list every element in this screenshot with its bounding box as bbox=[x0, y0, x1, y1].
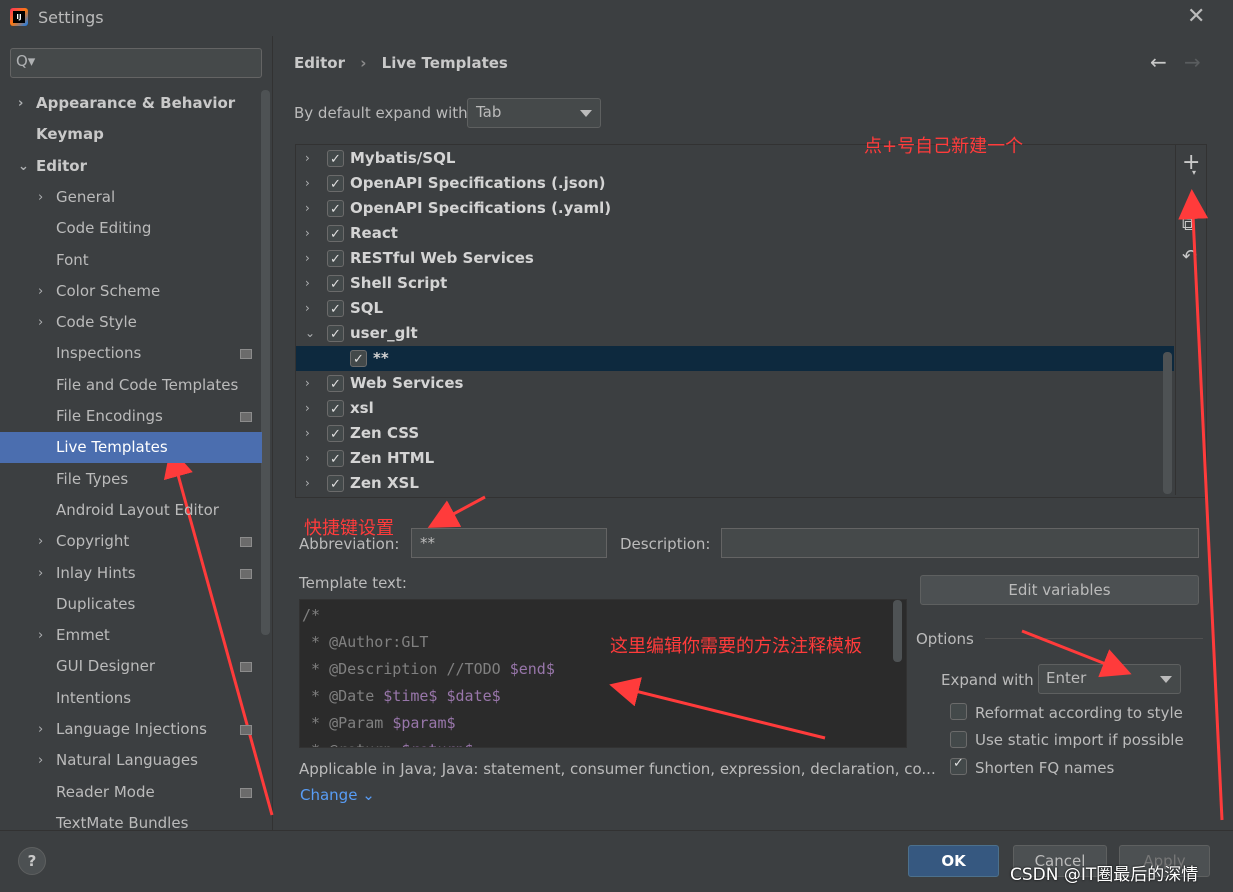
sidebar-item-label: Font bbox=[56, 250, 89, 269]
sidebar-item-file-types[interactable]: File Types bbox=[0, 464, 262, 495]
chevron-right-icon[interactable]: › bbox=[38, 745, 43, 776]
sidebar-item-inspections[interactable]: Inspections bbox=[0, 338, 262, 369]
sidebar-item-label: Inspections bbox=[56, 344, 142, 363]
sidebar-item-label: Color Scheme bbox=[56, 281, 161, 300]
sidebar-item-keymap[interactable]: Keymap bbox=[0, 119, 262, 150]
sidebar-item-natural-languages[interactable]: › Natural Languages bbox=[0, 745, 262, 776]
sidebar-item-code-editing[interactable]: Code Editing bbox=[0, 213, 262, 244]
sidebar-item-label: Natural Languages bbox=[56, 751, 198, 770]
chevron-right-icon[interactable]: › bbox=[38, 182, 43, 213]
sidebar-item-language-injections[interactable]: › Language Injections bbox=[0, 714, 262, 745]
sidebar-item-label: Reader Mode bbox=[56, 782, 155, 801]
sidebar-item-emmet[interactable]: › Emmet bbox=[0, 620, 262, 651]
project-scope-icon bbox=[240, 568, 252, 579]
sidebar-item-android-layout-editor[interactable]: Android Layout Editor bbox=[0, 495, 262, 526]
annotation-add-hint: 点+号自己新建一个 bbox=[864, 136, 1024, 157]
chevron-right-icon[interactable]: › bbox=[38, 276, 43, 307]
sidebar-item-label: Android Layout Editor bbox=[56, 500, 219, 519]
project-scope-icon bbox=[240, 725, 252, 735]
sidebar-item-general[interactable]: › General bbox=[0, 182, 262, 213]
annotation-arrow-add bbox=[1178, 189, 1224, 821]
sidebar-item-label: Editor bbox=[36, 156, 87, 175]
sidebar-item-label: Code Style bbox=[56, 313, 137, 332]
project-scope-icon bbox=[240, 787, 252, 798]
project-scope-icon bbox=[240, 349, 252, 360]
sidebar-item-file-and-code-templates[interactable]: File and Code Templates bbox=[0, 370, 262, 401]
chevron-right-icon[interactable]: › bbox=[38, 558, 43, 589]
project-scope-icon bbox=[240, 537, 252, 548]
sidebar-item-label: Live Templates bbox=[56, 438, 168, 457]
chevron-down-icon[interactable]: ⌄ bbox=[18, 151, 29, 182]
annotation-shortcut-hint: 快捷键设置 bbox=[304, 518, 394, 539]
sidebar-item-label: File and Code Templates bbox=[56, 375, 239, 394]
chevron-right-icon[interactable]: › bbox=[38, 714, 43, 745]
sidebar-item-editor[interactable]: ⌄ Editor bbox=[0, 151, 262, 182]
sidebar-item-inlay-hints[interactable]: › Inlay Hints bbox=[0, 558, 262, 589]
sidebar-item-reader-mode[interactable]: Reader Mode bbox=[0, 777, 262, 808]
sidebar-item-color-scheme[interactable]: › Color Scheme bbox=[0, 276, 262, 307]
sidebar-item-label: Appearance & Behavior bbox=[36, 94, 236, 112]
sidebar-item-file-encodings[interactable]: File Encodings bbox=[0, 401, 262, 432]
chevron-right-icon[interactable]: › bbox=[38, 526, 43, 557]
sidebar-item-label: File Types bbox=[56, 469, 129, 488]
sidebar-item-font[interactable]: Font bbox=[0, 245, 262, 276]
sidebar-item-label: File Encodings bbox=[56, 407, 163, 425]
sidebar-item-label: Keymap bbox=[36, 125, 104, 144]
annotation-arrow-shortcut bbox=[427, 495, 486, 528]
project-scope-icon bbox=[240, 412, 252, 422]
sidebar-item-label: General bbox=[56, 187, 116, 206]
sidebar-item-label: Duplicates bbox=[56, 594, 136, 613]
sidebar-item-label: Language Injections bbox=[56, 720, 207, 738]
chevron-right-icon[interactable]: › bbox=[38, 307, 43, 338]
project-scope-icon bbox=[240, 662, 252, 673]
sidebar-item-label: GUI Designer bbox=[56, 657, 155, 676]
sidebar-item-copyright[interactable]: › Copyright bbox=[0, 526, 262, 557]
sidebar-item-appearance-behavior[interactable]: › Appearance & Behavior bbox=[0, 88, 262, 119]
sidebar-item-intentions[interactable]: Intentions bbox=[0, 683, 262, 714]
sidebar-item-label: Inlay Hints bbox=[56, 563, 136, 582]
annotation-edit-hint: 这里编辑你需要的方法注释模板 bbox=[610, 636, 862, 657]
sidebar-item-textmate-bundles[interactable]: TextMate Bundles bbox=[0, 808, 262, 839]
sidebar-item-label: Copyright bbox=[56, 532, 130, 551]
sidebar-item-code-style[interactable]: › Code Style bbox=[0, 307, 262, 338]
annotation-arrow-editor bbox=[609, 677, 826, 740]
sidebar-item-live-templates[interactable]: Live Templates bbox=[0, 432, 262, 464]
sidebar-item-gui-designer[interactable]: GUI Designer bbox=[0, 651, 262, 682]
sidebar-item-label: TextMate Bundles bbox=[56, 813, 189, 832]
sidebar-item-duplicates[interactable]: Duplicates bbox=[0, 589, 262, 620]
chevron-right-icon[interactable]: › bbox=[18, 88, 23, 119]
annotation-arrow-expand bbox=[1021, 629, 1132, 678]
sidebar-item-label: Intentions bbox=[56, 688, 132, 707]
sidebar-item-label: Code Editing bbox=[56, 219, 152, 238]
watermark: CSDN @IT圈最后的深情 bbox=[1010, 865, 1199, 885]
chevron-right-icon[interactable]: › bbox=[38, 620, 43, 651]
sidebar-item-label: Emmet bbox=[56, 626, 110, 645]
